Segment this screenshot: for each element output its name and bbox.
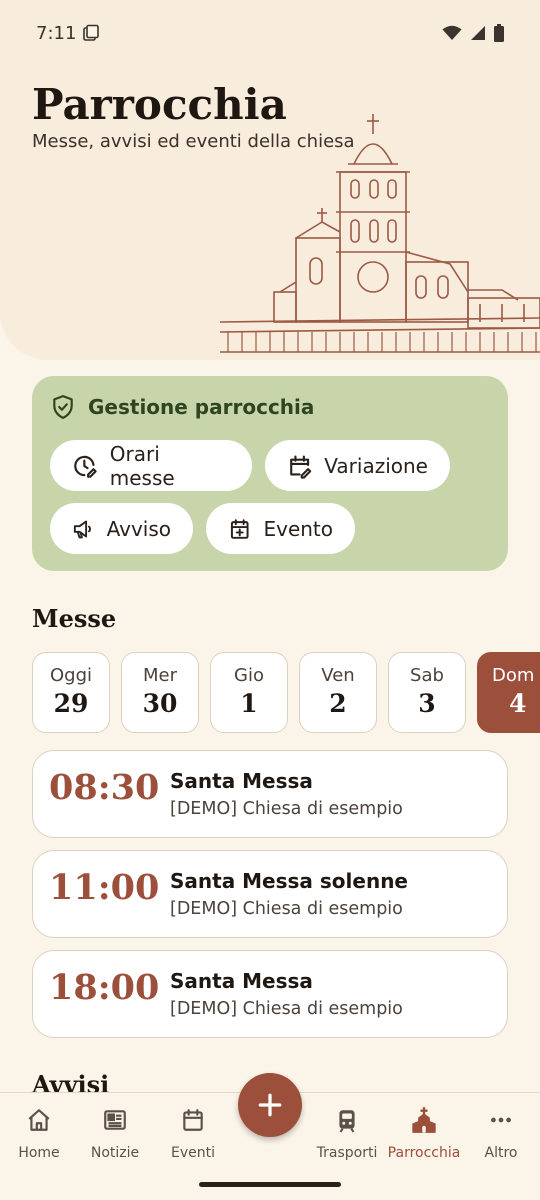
nav-more[interactable]: Altro bbox=[462, 1103, 540, 1161]
masses-section-title: Messe bbox=[32, 604, 117, 633]
clock-edit-icon bbox=[74, 455, 97, 478]
nav-transport[interactable]: Trasporti bbox=[308, 1103, 386, 1161]
calendar-plus-icon bbox=[230, 518, 249, 539]
notice-label: Avviso bbox=[106, 516, 171, 541]
mass-card[interactable]: 11:00 Santa Messa solenne [DEMO] Chiesa … bbox=[32, 850, 508, 938]
nav-events[interactable]: Eventi bbox=[154, 1103, 232, 1161]
train-icon bbox=[339, 1110, 355, 1133]
battery-icon bbox=[494, 24, 504, 42]
mass-time: 18:00 bbox=[49, 967, 160, 1008]
day-number: 1 bbox=[240, 689, 258, 718]
day-number: 30 bbox=[142, 689, 178, 718]
day-number: 4 bbox=[509, 689, 527, 718]
mass-place: [DEMO] Chiesa di esempio bbox=[170, 799, 403, 819]
day-name: Sab bbox=[410, 665, 444, 686]
nav-label: Altro bbox=[484, 1145, 518, 1161]
day-name: Ven bbox=[321, 665, 355, 686]
signal-icon bbox=[471, 26, 485, 40]
status-time: 7:11 bbox=[36, 22, 77, 44]
screenshot-notification-icon bbox=[83, 24, 100, 41]
mass-place: [DEMO] Chiesa di esempio bbox=[170, 999, 403, 1019]
mass-times-button[interactable]: Orari messe bbox=[50, 440, 252, 491]
mass-time: 11:00 bbox=[49, 867, 160, 908]
variation-label: Variazione bbox=[324, 453, 428, 478]
mass-name: Santa Messa solenne bbox=[170, 869, 408, 893]
notice-button[interactable]: Avviso bbox=[50, 503, 193, 554]
status-bar: 7:11 bbox=[0, 0, 540, 66]
home-icon bbox=[28, 1109, 50, 1131]
event-label: Evento bbox=[263, 516, 333, 541]
more-icon bbox=[491, 1117, 511, 1123]
nav-home[interactable]: Home bbox=[0, 1103, 78, 1161]
day-name: Oggi bbox=[49, 665, 93, 686]
day-number: 29 bbox=[53, 689, 89, 718]
nav-parish[interactable]: Parrocchia bbox=[385, 1103, 463, 1161]
day-tab-sun[interactable]: Dom 4 bbox=[477, 652, 540, 733]
wifi-icon bbox=[442, 25, 462, 40]
shield-check-icon bbox=[53, 395, 73, 419]
mass-times-label: Orari messe bbox=[109, 441, 175, 490]
church-illustration bbox=[219, 114, 540, 353]
mass-name: Santa Messa bbox=[170, 769, 313, 793]
day-tab-sat[interactable]: Sab 3 bbox=[388, 652, 466, 733]
nav-label: Eventi bbox=[171, 1145, 215, 1161]
calendar-edit-icon bbox=[290, 454, 312, 479]
variation-button[interactable]: Variazione bbox=[265, 440, 450, 491]
day-tab-today[interactable]: Oggi 29 bbox=[32, 652, 110, 733]
mass-place: [DEMO] Chiesa di esempio bbox=[170, 899, 403, 919]
day-tab-wed[interactable]: Mer 30 bbox=[121, 652, 199, 733]
church-icon bbox=[412, 1107, 436, 1133]
day-tab-fri[interactable]: Ven 2 bbox=[299, 652, 377, 733]
mass-name: Santa Messa bbox=[170, 969, 313, 993]
calendar-icon bbox=[183, 1109, 203, 1131]
day-name: Dom bbox=[492, 665, 535, 686]
nav-news[interactable]: Notizie bbox=[76, 1103, 154, 1161]
plus-icon bbox=[258, 1093, 282, 1117]
nav-label: Notizie bbox=[90, 1145, 140, 1161]
nav-label: Home bbox=[18, 1145, 60, 1161]
nav-label: Parrocchia bbox=[387, 1145, 461, 1161]
day-number: 3 bbox=[418, 689, 436, 718]
mass-time: 08:30 bbox=[49, 767, 160, 808]
management-header: Gestione parrocchia bbox=[50, 394, 314, 420]
day-name: Mer bbox=[142, 665, 177, 686]
day-name: Gio bbox=[234, 665, 264, 686]
nav-label: Trasporti bbox=[316, 1145, 378, 1161]
home-indicator bbox=[199, 1182, 341, 1187]
day-tab-thu[interactable]: Gio 1 bbox=[210, 652, 288, 733]
newspaper-icon bbox=[104, 1110, 126, 1130]
megaphone-icon bbox=[73, 520, 91, 538]
add-button[interactable] bbox=[238, 1073, 302, 1137]
day-number: 2 bbox=[329, 689, 347, 718]
mass-card[interactable]: 18:00 Santa Messa [DEMO] Chiesa di esemp… bbox=[32, 950, 508, 1038]
mass-card[interactable]: 08:30 Santa Messa [DEMO] Chiesa di esemp… bbox=[32, 750, 508, 838]
event-button[interactable]: Evento bbox=[206, 503, 355, 554]
management-title: Gestione parrocchia bbox=[88, 395, 315, 419]
